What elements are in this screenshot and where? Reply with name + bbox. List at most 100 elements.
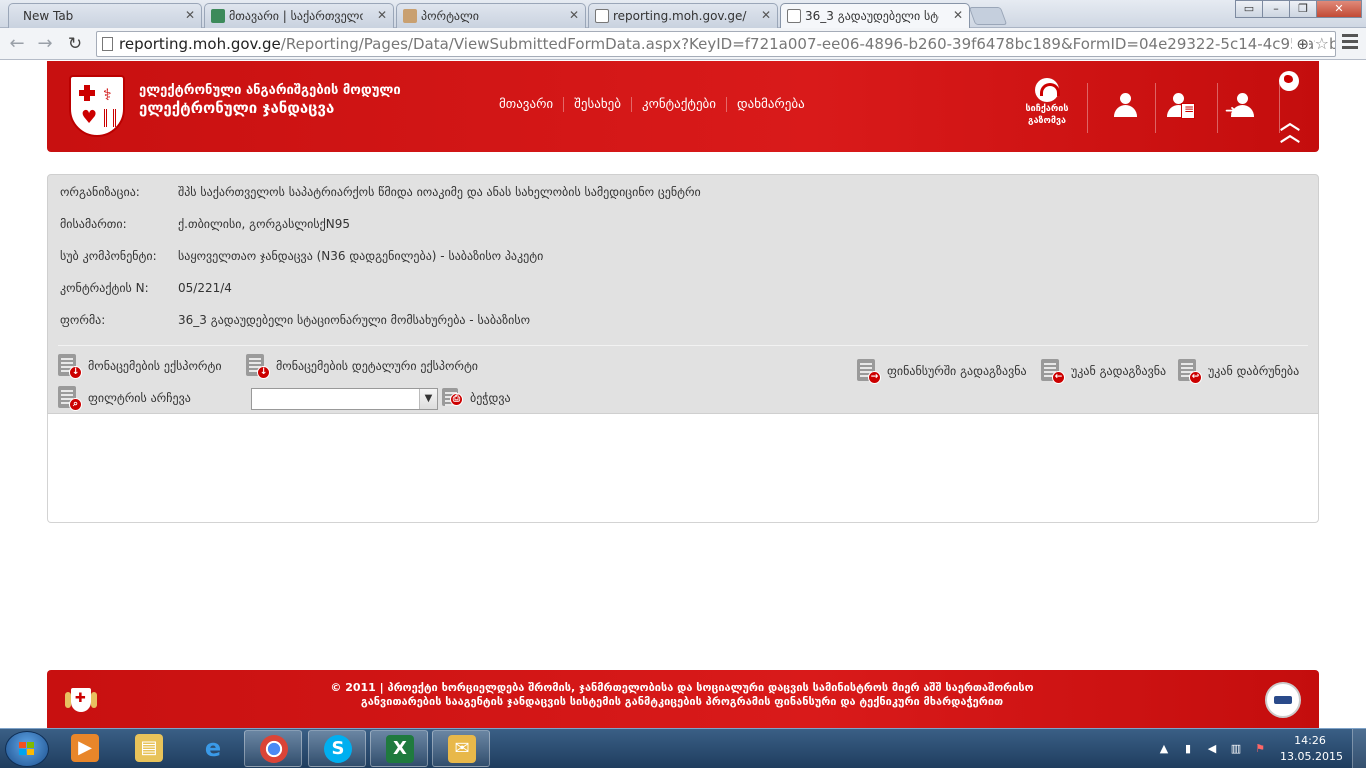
system-clock[interactable]: 14:26 13.05.2015: [1280, 733, 1343, 765]
volume-icon[interactable]: ◀: [1206, 743, 1218, 755]
info-row-contract-number: კონტრაქტის N: 05/221/4: [60, 281, 232, 297]
close-icon[interactable]: ✕: [569, 8, 579, 22]
nav-home[interactable]: მთავარი: [489, 97, 563, 112]
close-icon[interactable]: ✕: [377, 8, 387, 22]
nav-contacts[interactable]: კონტაქტები: [631, 97, 726, 112]
site-title-line2: ელექტრონული ჯანდაცვა: [139, 99, 335, 117]
reload-icon[interactable]: ↻: [64, 33, 86, 55]
blank-icon: [15, 9, 29, 23]
speed-test-label-line2: გაზომვა: [1027, 116, 1067, 126]
taskbar-internet-explorer[interactable]: e: [184, 730, 242, 767]
send-back-label: უკან გადაგზავნა: [1071, 364, 1167, 378]
taskbar-chrome[interactable]: [244, 730, 302, 767]
system-tray: ▲ ▮ ◀ ▥ ⚑ 14:26 13.05.2015: [1150, 729, 1366, 768]
double-chevron-up-icon[interactable]: ︿ ︿: [1280, 112, 1300, 144]
info-label: კონტრაქტის N:: [60, 281, 149, 295]
chevron-down-icon[interactable]: ▼: [419, 389, 437, 409]
detailed-export-label: მონაცემების დეტალური ექსპორტი: [276, 359, 479, 373]
info-row-form: ფორმა: 36_3 გადაუდებელი სტაციონარული მომს…: [60, 313, 530, 329]
filter-select-label: ფილტრის არჩევა: [88, 391, 191, 405]
globe-icon[interactable]: [1279, 71, 1299, 91]
close-icon[interactable]: ✕: [761, 8, 771, 22]
header-divider: [1217, 83, 1218, 133]
info-value: ქ.თბილისი, გორგასლისქN95: [178, 217, 351, 231]
speed-test-label[interactable]: სიჩქარის გაზომვა: [1017, 103, 1077, 127]
forward-arrow-icon[interactable]: →: [34, 33, 56, 55]
window-controls: ▭ – ❐ ✕: [1235, 0, 1362, 18]
nav-help[interactable]: დახმარება: [726, 97, 815, 112]
address-bar[interactable]: reporting.moh.gov.ge/Reporting/Pages/Dat…: [96, 31, 1336, 57]
show-desktop-button[interactable]: [1352, 729, 1366, 768]
send-to-finance-button[interactable]: → ფინანსურში გადაგზავნა: [857, 358, 1027, 384]
header-side-icons: ︿ ︿: [1277, 71, 1307, 146]
show-hidden-icons-icon[interactable]: ▲: [1158, 743, 1170, 755]
new-tab-button[interactable]: [968, 7, 1008, 25]
browser-tab-current[interactable]: 36_3 გადაუდებელი სტაც ✕: [780, 3, 970, 29]
georgia-coat-of-arms-icon: [65, 684, 97, 716]
tab-title: პორტალი: [421, 9, 480, 23]
filter-search-icon: ⌕: [58, 385, 82, 411]
browser-tab-new-tab[interactable]: New Tab ✕: [8, 3, 202, 28]
network-icon[interactable]: ▥: [1230, 743, 1242, 755]
back-arrow-icon[interactable]: ←: [6, 33, 28, 55]
start-button[interactable]: [5, 731, 49, 767]
column-icon: [104, 109, 116, 127]
export-data-button[interactable]: ↓ მონაცემების ექსპორტი: [58, 353, 222, 379]
browser-tab-reporting[interactable]: reporting.moh.gov.ge/Rep ✕: [588, 3, 778, 28]
taskbar-excel[interactable]: X: [370, 730, 428, 767]
user-icon[interactable]: [1112, 93, 1138, 119]
red-cross-icon: [79, 85, 95, 101]
user-icon[interactable]: ▭: [1235, 0, 1263, 18]
print-button[interactable]: ⎙ ბეჭდვა: [442, 385, 511, 411]
page-icon: [595, 9, 609, 23]
return-back-button[interactable]: ↩ უკან დაბრუნება: [1178, 358, 1299, 384]
info-label: სუბ კომპონენტი:: [60, 249, 157, 263]
device-icon[interactable]: ▮: [1182, 743, 1194, 755]
taskbar-outlook[interactable]: ✉: [432, 730, 490, 767]
info-value: 36_3 გადაუდებელი სტაციონარული მომსახურებ…: [178, 313, 531, 327]
taskbar-media-player[interactable]: ▶: [56, 730, 114, 767]
browser-toolbar: ← → ↻ reporting.moh.gov.ge/Reporting/Pag…: [0, 28, 1366, 60]
site-title-line1: ელექტრონული ანგარიშგების მოდული: [139, 83, 401, 98]
chrome-icon: [260, 735, 288, 763]
minimize-button[interactable]: –: [1262, 0, 1290, 18]
browser-tab-moh-main[interactable]: მთავარი | საქართველოს ✕: [204, 3, 394, 28]
taskbar-explorer[interactable]: ▤: [120, 730, 178, 767]
nav-about[interactable]: შესახებ: [563, 97, 631, 112]
detailed-export-icon: ↓: [246, 353, 270, 379]
footer-text: © 2011 | პროექტი ხორციელდება შრომის, ჯან…: [207, 681, 1157, 709]
filter-dropdown[interactable]: ▼: [251, 388, 438, 410]
export-icon: ↓: [58, 353, 82, 379]
maximize-button[interactable]: ❐: [1289, 0, 1317, 18]
portal-icon: [403, 9, 417, 23]
excel-icon: X: [386, 735, 414, 763]
tab-title: მთავარი | საქართველოს: [229, 9, 363, 23]
browser-tab-portal[interactable]: პორტალი ✕: [396, 3, 586, 28]
action-center-icon[interactable]: ⚑: [1254, 743, 1266, 755]
user-document-icon[interactable]: [1165, 93, 1195, 119]
chrome-menu-icon[interactable]: [1342, 34, 1358, 50]
ministry-logo[interactable]: ⚕ ♥: [69, 75, 125, 137]
header-divider: [1087, 83, 1088, 133]
internet-explorer-icon: e: [204, 734, 222, 762]
close-icon[interactable]: ✕: [185, 8, 195, 22]
speed-test-label-line1: სიჩქარის: [1025, 104, 1069, 114]
send-to-finance-label: ფინანსურში გადაგზავნა: [887, 364, 1027, 378]
speed-gauge-icon[interactable]: [1035, 78, 1060, 102]
info-label: მისამართი:: [60, 217, 127, 231]
detailed-export-button[interactable]: ↓ მონაცემების დეტალური ექსპორტი: [246, 353, 478, 379]
close-icon[interactable]: ✕: [953, 8, 963, 22]
send-back-icon: ←: [1041, 358, 1065, 384]
footer-line2: განვითარების სააგენტის ჯანდაცვის სისტემი…: [360, 695, 1004, 708]
tab-title: 36_3 გადაუდებელი სტაც: [805, 9, 939, 23]
heart-icon: ♥: [81, 107, 98, 128]
windows-explorer-icon: ▤: [135, 734, 163, 762]
send-back-button[interactable]: ← უკან გადაგზავნა: [1041, 358, 1166, 384]
url-host: reporting.moh.gov.ge: [119, 35, 281, 53]
windows-taskbar: ▶ ▤ e S X ✉ ▲ ▮ ◀ ▥ ⚑ 14:26 13.05.2015: [0, 728, 1366, 768]
taskbar-skype[interactable]: S: [308, 730, 366, 767]
bookmark-star-icon[interactable]: ☆: [1314, 32, 1329, 56]
close-window-button[interactable]: ✕: [1316, 0, 1362, 18]
zoom-icon[interactable]: ⊕: [1292, 32, 1309, 56]
user-logout-icon[interactable]: ➜: [1225, 93, 1255, 119]
